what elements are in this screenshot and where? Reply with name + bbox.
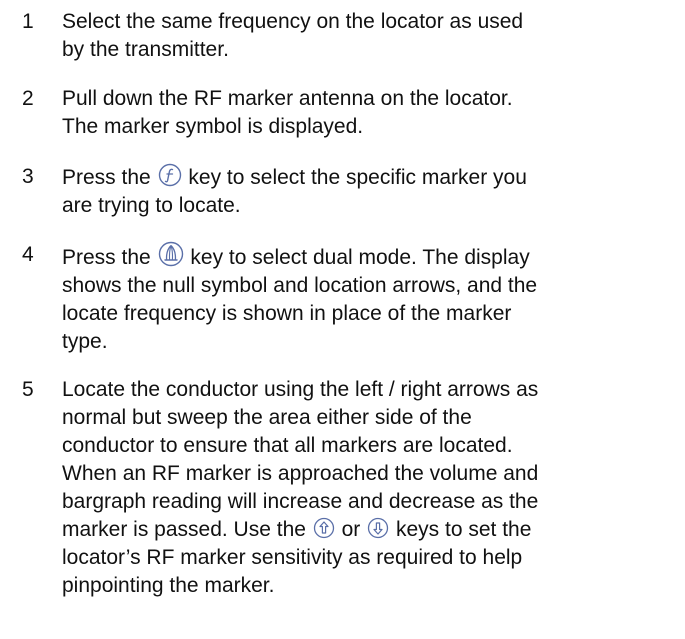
- step-line: When an RF marker is approached the volu…: [62, 462, 539, 485]
- step-line: by the transmitter.: [62, 38, 229, 61]
- step-text: Press the key to select dual mode. The d…: [62, 241, 672, 356]
- step-line-part: Press the: [62, 246, 151, 269]
- step-line: Select the same frequency on the locator…: [62, 10, 524, 33]
- antenna-mode-key-icon: [158, 241, 184, 267]
- step-number: 3: [22, 165, 34, 188]
- step-line-part: key to select dual mode. The display: [190, 246, 530, 269]
- step-line: marker is passed. Use the or keys to set…: [62, 516, 672, 544]
- step-line: Pull down the RF marker antenna on the l…: [62, 87, 513, 110]
- down-arrow-key-icon: [367, 517, 389, 539]
- step-text: Locate the conductor using the left / ri…: [62, 376, 672, 600]
- up-arrow-key-icon: [313, 517, 335, 539]
- step-number: 4: [22, 243, 34, 266]
- step-number: 1: [22, 10, 34, 33]
- step-line: shows the null symbol and location arrow…: [62, 274, 538, 297]
- step-line: locator’s RF marker sensitivity as requi…: [62, 546, 523, 569]
- step-text: Pull down the RF marker antenna on the l…: [62, 85, 672, 141]
- step-line: Press the key to select the specific mar…: [62, 163, 672, 192]
- step-line: are trying to locate.: [62, 194, 241, 217]
- step-line: bargraph reading will increase and decre…: [62, 490, 539, 513]
- step-line-part: marker is passed. Use the: [62, 518, 306, 541]
- step-line: Press the key to select dual mode. The d…: [62, 241, 672, 272]
- step-number: 5: [22, 378, 34, 401]
- step-number: 2: [22, 87, 34, 110]
- step-line: normal but sweep the area either side of…: [62, 406, 472, 429]
- step-line-part: keys to set the: [396, 518, 532, 541]
- step-line: locate frequency is shown in place of th…: [62, 302, 512, 325]
- step-line: pinpointing the marker.: [62, 574, 275, 597]
- step-line-part: Press the: [62, 166, 151, 189]
- step-line: Locate the conductor using the left / ri…: [62, 378, 539, 401]
- step-line-part: or: [341, 518, 361, 541]
- function-key-icon: [158, 163, 182, 187]
- step-line: conductor to ensure that all markers are…: [62, 434, 513, 457]
- step-text: Press the key to select the specific mar…: [62, 163, 672, 220]
- step-text: Select the same frequency on the locator…: [62, 8, 672, 64]
- step-line: type.: [62, 330, 108, 353]
- step-line: The marker symbol is displayed.: [62, 115, 364, 138]
- step-line-part: key to select the specific marker you: [188, 166, 527, 189]
